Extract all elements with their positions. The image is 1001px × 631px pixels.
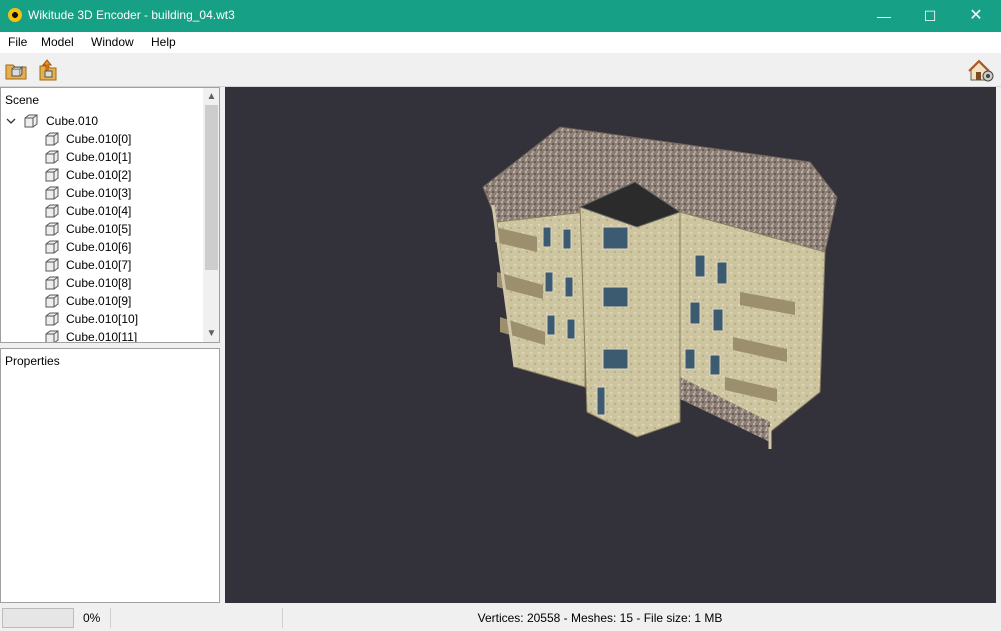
- minimize-button[interactable]: —: [861, 0, 907, 32]
- status-bar: 0% Vertices: 20558 - Meshes: 15 - File s…: [0, 605, 1001, 631]
- properties-panel: Properties: [0, 348, 220, 603]
- tree-item[interactable]: Cube.010[3]: [1, 184, 204, 202]
- cube-icon: [45, 168, 59, 182]
- progress-percent: 0%: [83, 611, 101, 625]
- tree-item[interactable]: Cube.010[11]: [1, 328, 204, 343]
- cube-icon: [45, 258, 59, 272]
- tree-item-label: Cube.010[3]: [66, 186, 132, 200]
- cube-icon: [45, 312, 59, 326]
- tree-item-label: Cube.010[6]: [66, 240, 132, 254]
- app-logo-icon: [8, 8, 22, 22]
- cube-icon: [45, 186, 59, 200]
- cube-icon: [45, 222, 59, 236]
- cube-icon: [45, 330, 59, 342]
- cube-icon: [45, 276, 59, 290]
- tree-item[interactable]: Cube.010[4]: [1, 202, 204, 220]
- menu-file[interactable]: File: [8, 35, 27, 49]
- tree-item[interactable]: Cube.010[6]: [1, 238, 204, 256]
- tree-item[interactable]: Cube.010[2]: [1, 166, 204, 184]
- scroll-up-arrow-icon[interactable]: ▲: [203, 88, 219, 105]
- preview-icon: [968, 59, 994, 82]
- status-separator: [110, 608, 111, 628]
- tree-item-label: Cube.010[8]: [66, 276, 132, 290]
- scroll-thumb[interactable]: [205, 105, 218, 270]
- tree-item[interactable]: Cube.010[5]: [1, 220, 204, 238]
- tree-item[interactable]: Cube.010[1]: [1, 148, 204, 166]
- cube-icon: [45, 132, 59, 146]
- cube-icon: [24, 114, 38, 128]
- tree-item-label: Cube.010[9]: [66, 294, 132, 308]
- export-icon: [39, 59, 57, 81]
- menu-model[interactable]: Model: [41, 35, 74, 49]
- tree-item[interactable]: Cube.010[10]: [1, 310, 204, 328]
- tree-item[interactable]: Cube.010[8]: [1, 274, 204, 292]
- scroll-down-arrow-icon[interactable]: ▼: [203, 325, 219, 342]
- open-model-button[interactable]: [4, 58, 28, 82]
- tree-item[interactable]: Cube.010[0]: [1, 130, 204, 148]
- tree-item-label: Cube.010[1]: [66, 150, 132, 164]
- scene-panel: Scene Cube.010 Cube.010[0] Cube.010[1] Cub…: [0, 87, 220, 343]
- tree-item-label: Cube.010[5]: [66, 222, 132, 236]
- export-button[interactable]: [36, 58, 60, 82]
- progress-bar: [2, 608, 74, 628]
- tree-item-label: Cube.010[10]: [66, 312, 139, 326]
- cube-icon: [45, 204, 59, 218]
- tree-item-label: Cube.010[2]: [66, 168, 132, 182]
- close-button[interactable]: ✕: [953, 0, 999, 32]
- status-separator: [282, 608, 283, 628]
- properties-panel-title: Properties: [5, 354, 60, 368]
- tree-root-item[interactable]: Cube.010: [1, 112, 204, 130]
- title-bar: Wikitude 3D Encoder - building_04.wt3 — …: [0, 0, 1001, 32]
- building-model: [482, 126, 838, 449]
- tree-item-label: Cube.010[7]: [66, 258, 132, 272]
- tree-root-label: Cube.010: [46, 114, 99, 128]
- preview-button[interactable]: [968, 58, 994, 82]
- menu-help[interactable]: Help: [151, 35, 176, 49]
- tree-item-label: Cube.010[4]: [66, 204, 132, 218]
- open-model-icon: [5, 64, 27, 80]
- cube-icon: [45, 294, 59, 308]
- cube-icon: [45, 240, 59, 254]
- model-stats: Vertices: 20558 - Meshes: 15 - File size…: [477, 611, 723, 625]
- toolbar: [0, 53, 1001, 87]
- tree-item-label: Cube.010[11]: [66, 330, 138, 343]
- menu-window[interactable]: Window: [91, 35, 134, 49]
- menu-bar: File Model Window Help: [0, 32, 1001, 53]
- scene-panel-title: Scene: [5, 93, 40, 107]
- scene-tree: Cube.010 Cube.010[0] Cube.010[1] Cube.010[…: [1, 112, 204, 343]
- tree-item-label: Cube.010[0]: [66, 132, 132, 146]
- tree-item[interactable]: Cube.010[9]: [1, 292, 204, 310]
- scene-scrollbar[interactable]: ▲ ▼: [203, 88, 219, 342]
- window-title: Wikitude 3D Encoder - building_04.wt3: [28, 8, 235, 22]
- cube-icon: [45, 150, 59, 164]
- maximize-button[interactable]: ☐: [907, 0, 953, 32]
- tree-item[interactable]: Cube.010[7]: [1, 256, 204, 274]
- 3d-viewport[interactable]: [225, 87, 996, 603]
